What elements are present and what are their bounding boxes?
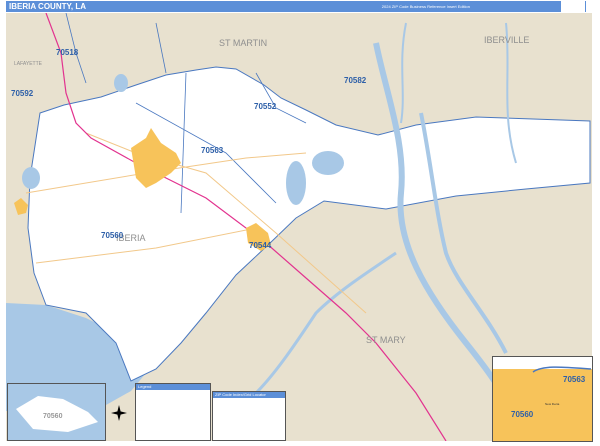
legend-title: Legend	[136, 384, 210, 390]
zip-label: 70592	[11, 89, 34, 98]
zip-label: 70563	[201, 146, 224, 155]
zip-label: 70560	[101, 231, 124, 240]
parish-label: ST MARTIN	[219, 38, 267, 48]
lake	[22, 167, 40, 189]
inset-new-iberia: 70563 70560 New Iberia	[492, 356, 593, 442]
lake	[114, 74, 128, 92]
inset-zip-label: 70560	[43, 413, 63, 420]
publisher-logo	[561, 1, 585, 12]
zip-index-panel: ZIP Code Index/Grid Locator	[212, 391, 286, 441]
zip-label: 70582	[344, 76, 367, 85]
parish-label: ST MARY	[366, 335, 406, 345]
map-subtitle: 2024 ZIP Code Business Reference Insert …	[381, 4, 470, 9]
lake	[312, 151, 344, 175]
zip-index-title: ZIP Code Index/Grid Locator	[213, 392, 285, 398]
zip-label: 70552	[254, 102, 277, 111]
lake	[286, 161, 306, 205]
title-bar: IBERIA COUNTY, LA 2024 ZIP Code Business…	[6, 1, 586, 12]
legend-panel: Legend	[135, 383, 211, 441]
inset-marsh-island: 70560	[7, 383, 106, 441]
inset-zip-label: 70563	[563, 375, 586, 384]
zip-label: 70518	[56, 48, 79, 57]
zip-label: 70544	[249, 241, 272, 250]
inset-city-label: New Iberia	[545, 402, 560, 406]
inset-zip-label: 70560	[511, 410, 534, 419]
parish-label: LAFAYETTE	[14, 61, 43, 67]
map-title: IBERIA COUNTY, LA	[9, 2, 87, 11]
parish-label: IBERVILLE	[484, 35, 529, 45]
